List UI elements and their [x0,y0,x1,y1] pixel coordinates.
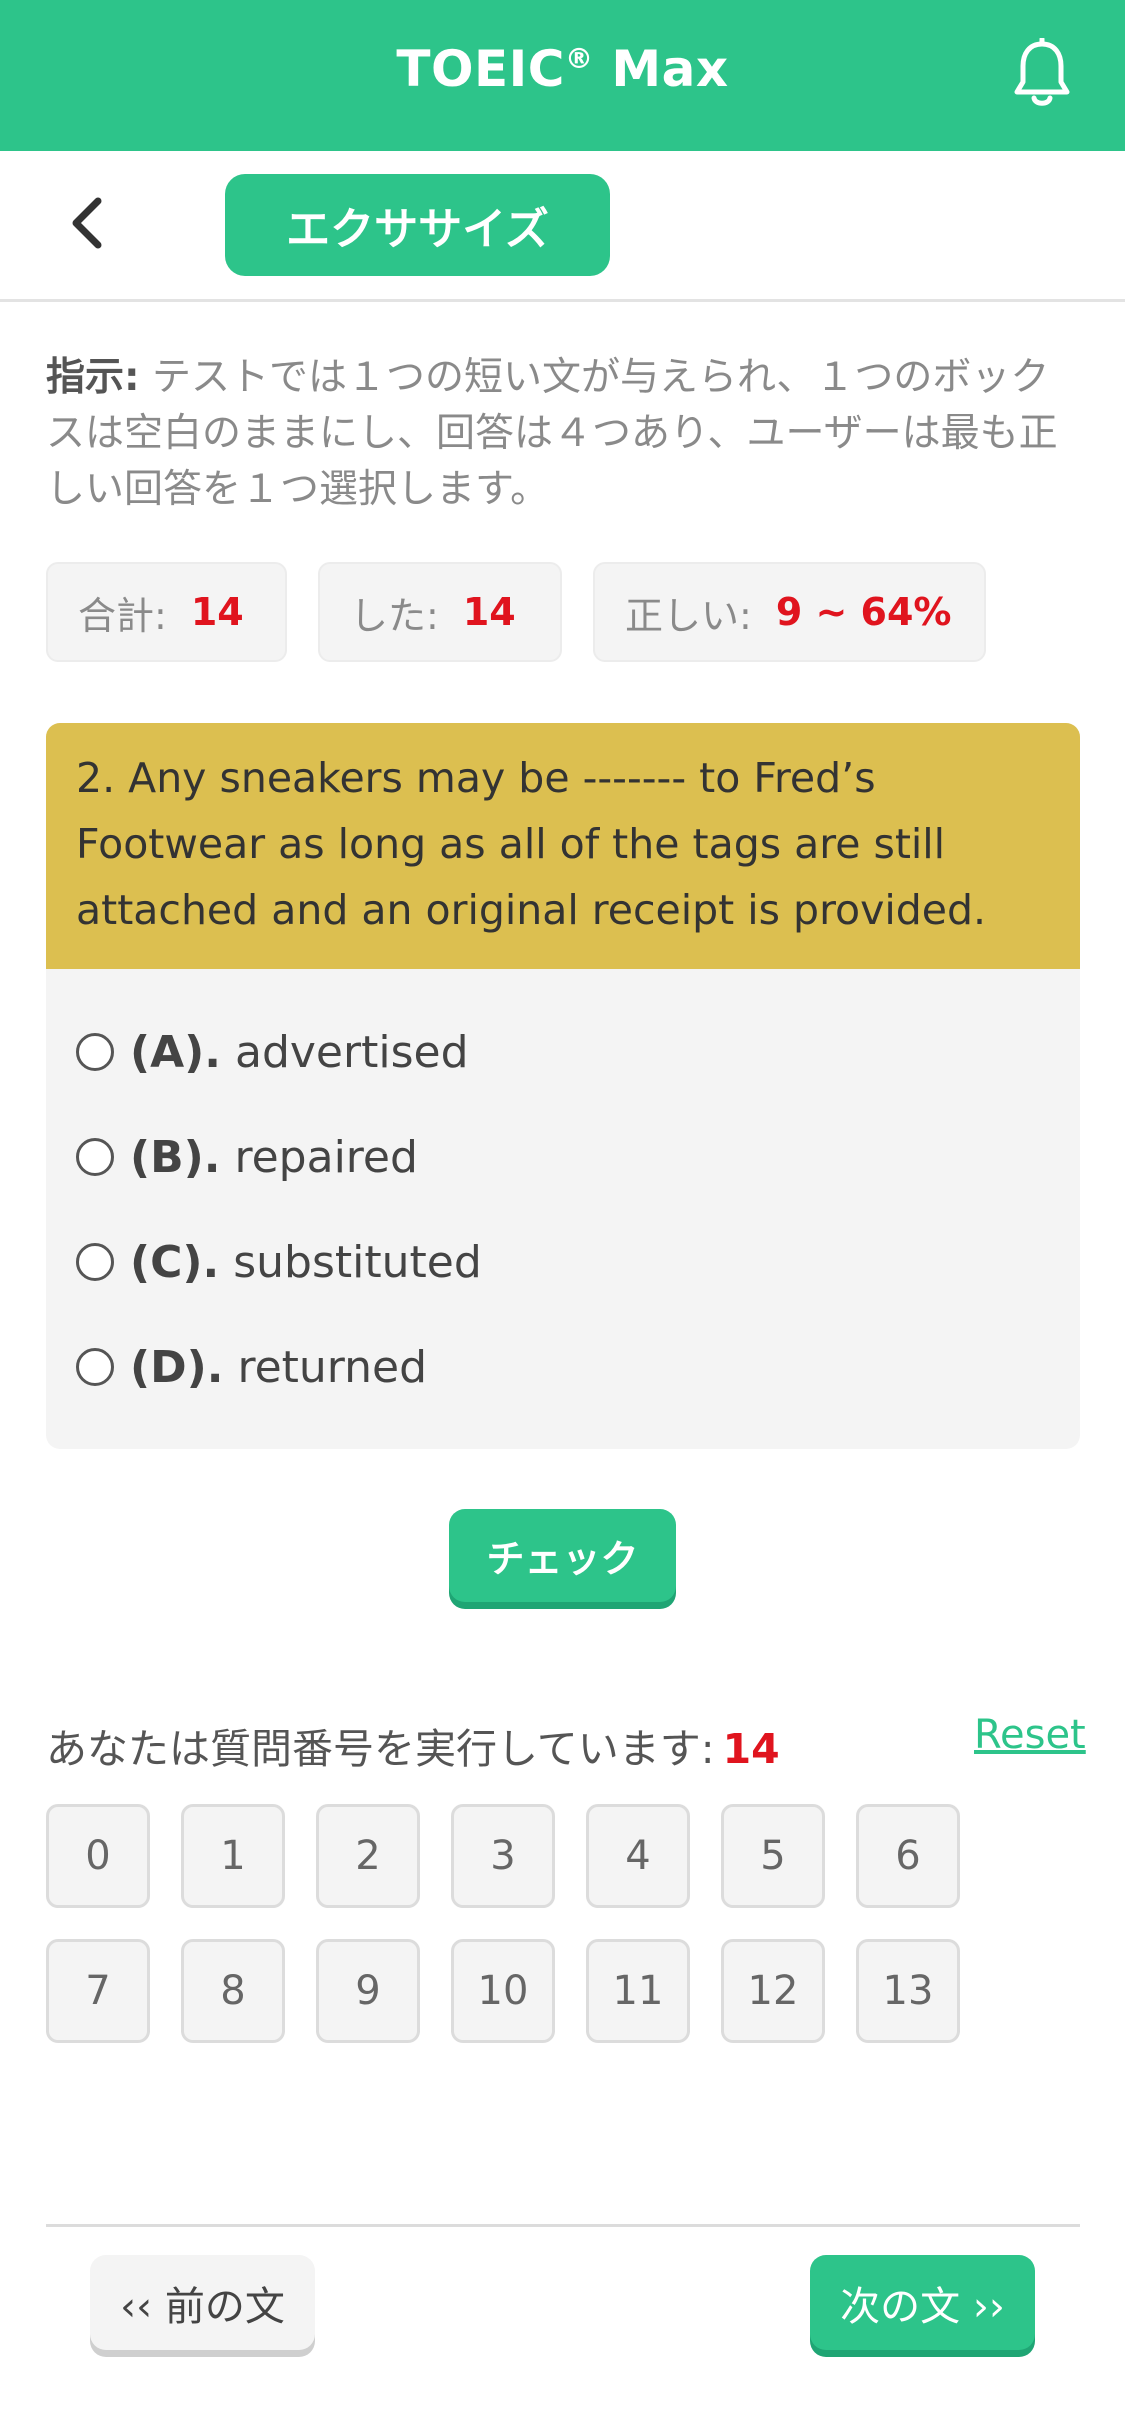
divider [46,2224,1080,2227]
app-header: TOEIC® Max [0,0,1125,151]
option-b[interactable]: (B). repaired [76,1127,418,1187]
question-number-button[interactable]: 1 [181,1804,285,1908]
radio-button[interactable] [76,1243,114,1281]
option-text: advertised [235,1026,469,1078]
tab-exercise[interactable]: エクササイズ [225,174,610,276]
reset-link[interactable]: Reset [974,1712,1086,1758]
stat-correct-value: 9 ~ 64% [775,590,952,634]
check-button[interactable]: チェック [449,1509,676,1602]
previous-sentence-button[interactable]: ‹‹ 前の文 [90,2255,315,2350]
question-card: 2. Any sneakers may be ------- to Fred’s… [46,723,1080,1449]
bell-icon[interactable] [1010,38,1074,112]
instructions: 指示: テストでは１つの短い文が与えられ、１つのボックスは空白のままにし、回答は… [46,350,1086,518]
instructions-text: テストでは１つの短い文が与えられ、１つのボックスは空白のままにし、回答は４つあり… [46,355,1058,512]
option-text: substituted [233,1236,482,1288]
stat-total-value: 14 [190,590,244,634]
stat-done: した: 14 [318,562,562,662]
radio-button[interactable] [76,1348,114,1386]
question-text: 2. Any sneakers may be ------- to Fred’s… [46,723,1080,969]
question-number-button[interactable]: 6 [856,1804,960,1908]
progress-text: あなたは質問番号を実行しています: 14 [46,1715,780,1775]
option-letter: (D). [130,1341,224,1393]
stat-correct-label: 正しい: [625,593,752,638]
radio-button[interactable] [76,1033,114,1071]
question-number-button[interactable]: 4 [586,1804,690,1908]
progress-current: 14 [722,1725,780,1773]
question-number-button[interactable]: 12 [721,1939,825,2043]
radio-button[interactable] [76,1138,114,1176]
option-text: returned [237,1341,428,1393]
option-d[interactable]: (D). returned [76,1337,427,1397]
question-number-button[interactable]: 11 [586,1939,690,2043]
question-number-button[interactable]: 8 [181,1939,285,2043]
progress-label: あなたは質問番号を実行しています: [46,1725,715,1773]
stat-done-value: 14 [462,590,516,634]
option-letter: (B). [130,1131,221,1183]
chevron-left-icon[interactable] [60,193,120,253]
app-title: TOEIC® Max [396,40,729,98]
question-number-button[interactable]: 2 [316,1804,420,1908]
option-text: repaired [234,1131,418,1183]
question-number-button[interactable]: 10 [451,1939,555,2043]
question-number-button[interactable]: 9 [316,1939,420,2043]
question-number-button[interactable]: 0 [46,1804,150,1908]
question-number-button[interactable]: 3 [451,1804,555,1908]
stat-total-label: 合計: [78,593,167,638]
next-sentence-button[interactable]: 次の文 ›› [810,2255,1035,2350]
question-number-button[interactable]: 13 [856,1939,960,2043]
stat-done-label: した: [350,593,439,638]
option-letter: (A). [130,1026,221,1078]
sub-header: エクササイズ [0,151,1125,302]
option-letter: (C). [130,1236,220,1288]
instructions-label: 指示: [46,355,140,400]
option-a[interactable]: (A). advertised [76,1022,469,1082]
option-c[interactable]: (C). substituted [76,1232,482,1292]
stat-total: 合計: 14 [46,562,287,662]
question-number-button[interactable]: 7 [46,1939,150,2043]
question-number-button[interactable]: 5 [721,1804,825,1908]
stat-correct: 正しい: 9 ~ 64% [593,562,986,662]
